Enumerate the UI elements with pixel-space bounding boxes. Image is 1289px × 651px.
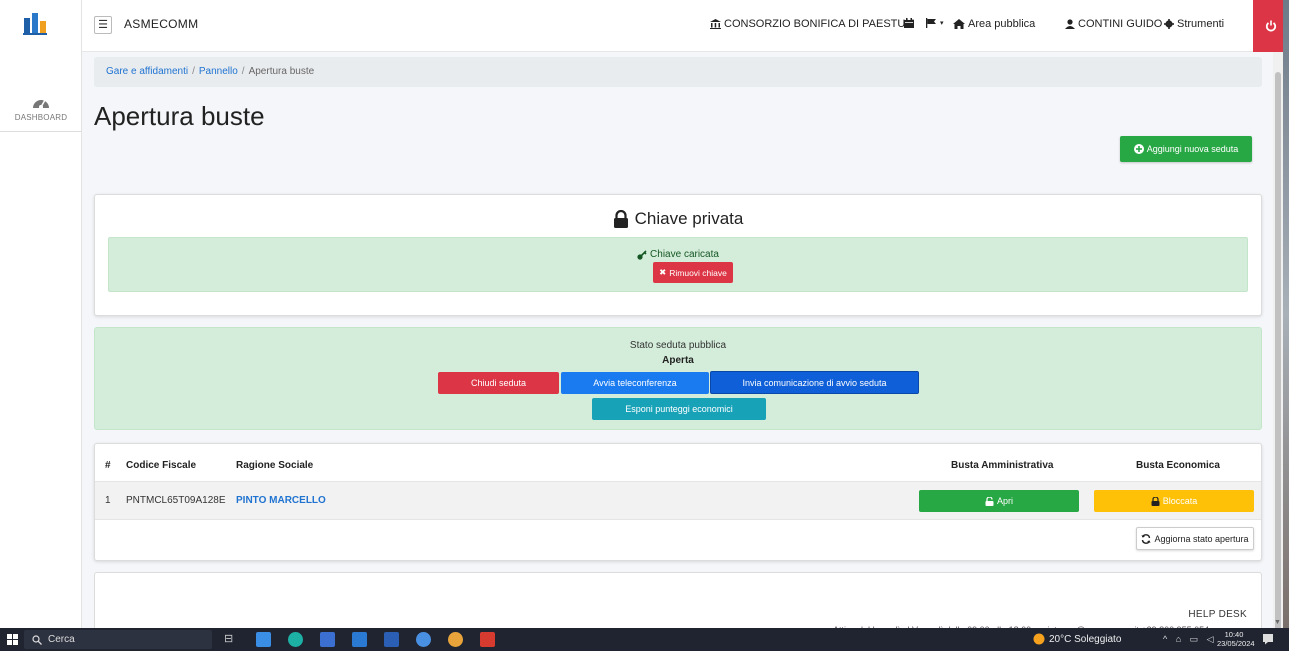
start-teleconference-button[interactable]: Avvia teleconferenza [561, 372, 709, 394]
edge-browser-icon[interactable] [288, 632, 303, 647]
taskbar-search-label: Cerca [48, 634, 75, 645]
private-key-card: Chiave privata Chiave caricata ✖ Rimuovi … [94, 194, 1262, 316]
key-icon [637, 249, 647, 260]
row-number: 1 [105, 495, 111, 506]
search-icon [32, 634, 42, 645]
session-status-value: Aperta [662, 355, 694, 366]
tools-menu[interactable]: Strumenti [1164, 18, 1224, 30]
notification-icon[interactable] [1262, 633, 1274, 645]
open-admin-envelope-label: Apri [996, 496, 1013, 506]
column-header-codice-fiscale: Codice Fiscale [126, 460, 197, 471]
economic-envelope-locked-button[interactable]: Bloccata [1094, 490, 1254, 512]
language-dropdown[interactable]: ▾ [926, 18, 944, 28]
dashboard-icon [33, 99, 49, 109]
user-name: CONTINI GUIDO [1078, 18, 1163, 30]
bids-table-card: # Codice Fiscale Ragione Sociale Busta A… [94, 443, 1262, 561]
economic-envelope-label: Bloccata [1162, 496, 1198, 506]
close-icon: ✖ [659, 267, 667, 277]
home-icon [953, 19, 965, 29]
refresh-opening-status-button[interactable]: Aggiorna stato apertura [1136, 527, 1254, 550]
session-status-card: Stato seduta pubblica Aperta Chiudi sedu… [94, 327, 1262, 430]
lock-icon [1151, 496, 1160, 506]
column-header-ragione-sociale: Ragione Sociale [236, 460, 314, 471]
org-label: CONSORZIO BONIFICA DI PAESTUM [724, 18, 915, 30]
hamburger-icon[interactable]: ☰ [94, 16, 112, 34]
column-header-busta-amministrativa: Busta Amministrativa [951, 460, 1054, 471]
mail-icon[interactable] [352, 632, 367, 647]
app-icon[interactable] [416, 632, 431, 647]
user-icon [1065, 19, 1075, 29]
public-area-label: Area pubblica [968, 18, 1036, 30]
brand-name[interactable]: ASMECOMM [124, 17, 198, 31]
chevron-down-icon: ▾ [940, 20, 944, 27]
add-session-button[interactable]: Aggiungi nuova seduta [1120, 136, 1252, 162]
breadcrumb-current: Apertura buste [248, 66, 315, 77]
send-session-notice-button[interactable]: Invia comunicazione di avvio seduta [710, 371, 919, 394]
org-link[interactable]: CONSORZIO BONIFICA DI PAESTUM [710, 18, 914, 30]
scrollbar-thumb[interactable] [1275, 72, 1281, 632]
public-area-link[interactable]: Area pubblica [953, 18, 1035, 30]
remove-key-label: Rimuovi chiave [669, 267, 727, 278]
helpdesk-footer: HELP DESK Attivo dal Lunedì al Venerdì d… [94, 572, 1262, 633]
key-loaded-label: Chiave caricata [650, 249, 719, 260]
app-logo[interactable] [22, 10, 48, 36]
chrome-icon[interactable] [448, 632, 463, 647]
acrobat-icon[interactable] [480, 632, 495, 647]
windows-taskbar: Cerca ⊟ 20°C Soleggiato ^ ⌂ ▭ ◁ 10:40 23… [0, 628, 1289, 651]
breadcrumb-gare[interactable]: Gare e affidamenti [106, 66, 188, 77]
desktop-edge [1283, 0, 1289, 628]
weather-widget[interactable]: 20°C Soleggiato [1033, 633, 1121, 645]
word-icon[interactable] [384, 632, 399, 647]
institution-icon [710, 19, 721, 29]
top-navbar: ☰ ASMECOMM CONSORZIO BONIFICA DI PAESTUM… [82, 0, 1289, 52]
flag-icon [926, 18, 936, 28]
column-header-busta-economica: Busta Economica [1136, 460, 1220, 471]
refresh-opening-status-label: Aggiorna stato apertura [1154, 533, 1249, 544]
breadcrumb-pannello[interactable]: Pannello [199, 66, 238, 77]
gear-icon [1164, 19, 1174, 29]
add-session-label: Aggiungi nuova seduta [1146, 144, 1239, 154]
clock-date: 23/05/2024 [1217, 639, 1255, 648]
lock-icon [613, 210, 628, 228]
left-sidebar: DASHBOARD [0, 0, 82, 628]
column-header-num: # [105, 460, 111, 471]
power-icon [1265, 20, 1277, 32]
private-key-title-text: Chiave privata [634, 209, 744, 228]
taskbar-search[interactable]: Cerca [24, 630, 212, 649]
windows-start-icon[interactable] [7, 634, 18, 645]
table-row: 1 PNTMCL65T09A128E PINTO MARCELLO Apri B… [95, 481, 1261, 520]
remove-key-button[interactable]: ✖ Rimuovi chiave [653, 262, 733, 283]
clock-time: 10:40 [1224, 630, 1244, 639]
sidebar-item-dashboard[interactable]: DASHBOARD [0, 92, 82, 132]
close-session-button[interactable]: Chiudi seduta [438, 372, 559, 394]
weather-label: 20°C Soleggiato [1049, 633, 1122, 645]
key-loaded-status: Chiave caricata [109, 249, 1247, 260]
user-menu[interactable]: CONTINI GUIDO [1065, 18, 1162, 30]
row-ragione-sociale-link[interactable]: PINTO MARCELLO [236, 495, 326, 506]
key-status-box: Chiave caricata ✖ Rimuovi chiave [108, 237, 1248, 292]
row-codice-fiscale: PNTMCL65T09A128E [126, 495, 226, 506]
session-status-label: Stato seduta pubblica [629, 340, 727, 351]
page-scrollbar[interactable]: ▼ [1273, 52, 1283, 632]
file-explorer-icon[interactable] [256, 632, 271, 647]
task-view-icon[interactable]: ⊟ [224, 632, 239, 647]
sun-icon [1033, 633, 1045, 645]
breadcrumb: Gare e affidamenti / Pannello / Apertura bus… [94, 57, 1262, 87]
taskbar-clock[interactable]: 10:40 23/05/2024 [1217, 630, 1255, 648]
plus-circle-icon [1133, 144, 1144, 154]
unlock-icon [985, 496, 994, 506]
tools-label: Strumenti [1177, 18, 1225, 30]
sidebar-item-label: DASHBOARD [14, 113, 68, 122]
open-admin-envelope-button[interactable]: Apri [919, 490, 1079, 512]
page-title: Apertura buste [94, 101, 265, 131]
store-icon[interactable] [320, 632, 335, 647]
refresh-icon [1141, 533, 1151, 544]
calendar-icon [904, 18, 914, 28]
calendar-button[interactable] [904, 18, 914, 28]
system-tray-icons[interactable]: ^ ⌂ ▭ ◁ [1163, 634, 1217, 645]
show-economic-scores-button[interactable]: Esponi punteggi economici [592, 398, 766, 420]
scroll-down-icon[interactable]: ▼ [1274, 619, 1281, 626]
private-key-title: Chiave privata [95, 209, 1261, 229]
helpdesk-title: HELP DESK [1188, 609, 1247, 620]
